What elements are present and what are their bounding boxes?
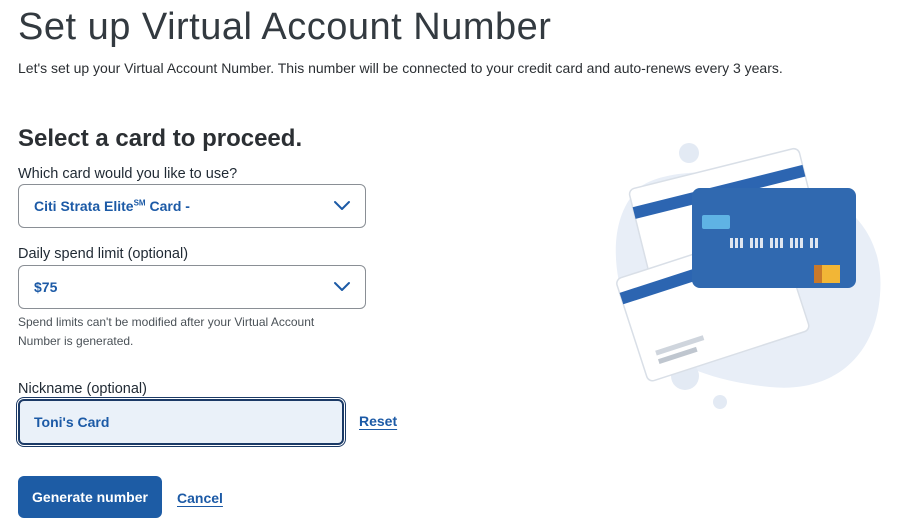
cancel-link[interactable]: Cancel: [177, 490, 223, 506]
generate-number-button[interactable]: Generate number: [18, 476, 162, 518]
page-title: Set up Virtual Account Number: [18, 6, 552, 48]
card-select[interactable]: Citi Strata EliteSM Card -: [18, 184, 366, 228]
card-select-label: Which card would you like to use?: [18, 166, 238, 182]
daily-limit-value: $75: [34, 279, 58, 295]
intro-text: Let's set up your Virtual Account Number…: [18, 60, 783, 76]
reset-link[interactable]: Reset: [359, 413, 397, 429]
nickname-label: Nickname (optional): [18, 381, 147, 397]
chevron-down-icon: [334, 282, 350, 291]
card-select-value: Citi Strata EliteSM Card -: [34, 198, 190, 214]
limit-select-label: Daily spend limit (optional): [18, 246, 189, 262]
chevron-down-icon: [334, 201, 350, 210]
section-title: Select a card to proceed.: [18, 125, 303, 152]
daily-limit-select[interactable]: $75: [18, 265, 366, 309]
spend-limit-helper-text: Spend limits can't be modified after you…: [18, 315, 315, 348]
nickname-input[interactable]: [18, 399, 344, 445]
credit-cards-illustration: [615, 143, 881, 409]
